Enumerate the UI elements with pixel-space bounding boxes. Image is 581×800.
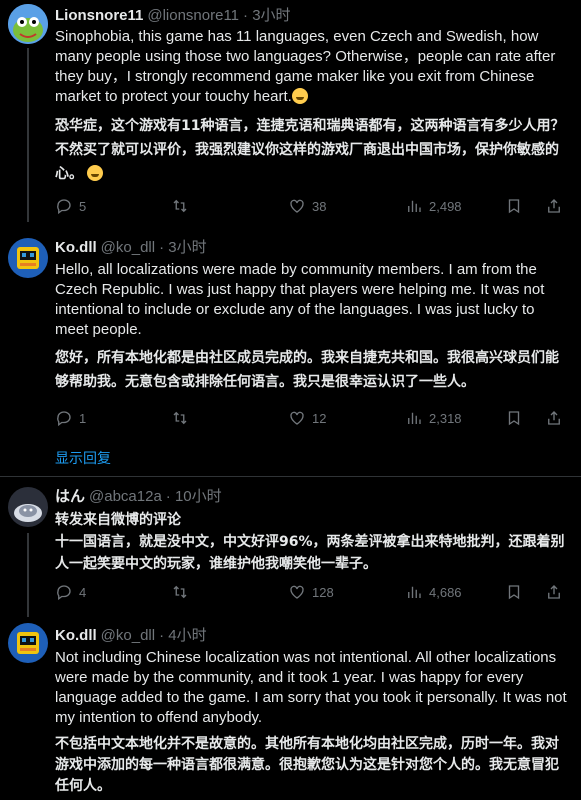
share-button[interactable] [545,582,569,602]
like-button[interactable]: 12 [288,408,326,428]
share-icon [548,199,560,213]
retweet-button[interactable] [171,408,195,428]
display-name[interactable]: Ko.dll [55,627,97,644]
views-icon [408,412,421,424]
like-count: 128 [312,584,334,600]
handle[interactable]: @abca12a [89,488,162,505]
tweet-text-en: Sinophobia, this game has 11 languages, … [55,27,570,107]
views-button[interactable]: 2,318 [405,408,462,428]
tweet-header: Ko.dll @ko_dll · 4小时 [55,626,207,646]
view-count: 2,318 [429,410,462,426]
avatar[interactable] [8,487,48,527]
like-button[interactable]: 38 [288,196,326,216]
bookmark-icon [508,199,520,214]
like-count: 12 [312,410,327,426]
like-button[interactable]: 128 [288,582,334,602]
timestamp[interactable]: · 10小时 [166,488,222,505]
handle[interactable]: @ko_dll [101,239,155,256]
like-icon [290,199,304,213]
reply-icon [57,199,71,215]
reply-button[interactable]: 5 [55,196,86,216]
display-name[interactable]: Ko.dll [55,239,97,256]
retweet-icon [173,585,187,599]
tweet-1: Lionsnore11 @lionsnore11 · 3小时 Sinophobia,… [0,0,581,222]
timestamp[interactable]: · 4小时 [159,627,207,644]
retweet-icon [173,199,187,213]
share-icon [548,585,560,599]
tweet-text-zh: 恐华症，这个游戏有11种语言，连捷克语和瑞典语都有，这两种语言有多少人用？不然买… [55,114,570,186]
tweet-3: はん @abca12a · 10小时 转发来自微博的评论 十一国语言，就是没中文，中… [0,477,581,617]
like-icon [290,585,304,599]
bookmark-button[interactable] [505,196,529,216]
timestamp[interactable]: · 3小时 [159,239,207,256]
tweet-actions: 4 128 4,686 [55,582,570,602]
reply-icon [57,585,71,601]
view-count: 4,686 [429,584,462,600]
tweet-4: Ko.dll @ko_dll · 4小时 Not including Chinese… [0,617,581,800]
share-button[interactable] [545,196,569,216]
tweet-text-zh: 转发来自微博的评论 十一国语言，就是没中文，中文好评96%，两条差评被拿出来特地… [55,512,565,572]
tweet-header: Lionsnore11 @lionsnore11 · 3小时 [55,6,291,26]
views-button[interactable]: 4,686 [405,582,462,602]
like-count: 38 [312,198,327,214]
reply-count: 1 [79,410,87,426]
sweat-smile-emoji-icon [87,165,103,181]
thread-line [27,48,29,222]
thread-line [27,533,29,617]
avatar[interactable] [8,4,48,44]
tweet-actions: 5 38 2,498 [55,196,570,216]
tweet-actions: 1 12 2,318 [55,408,570,428]
views-button[interactable]: 2,498 [405,196,462,216]
reply-button[interactable]: 1 [55,408,86,428]
reply-icon [57,411,71,427]
sweat-smile-emoji-icon [291,88,308,104]
tweet-text-zh: 不包括中文本地化并不是故意的。其他所有本地化均由社区完成，历时一年。我对游戏中添… [55,736,559,794]
avatar[interactable] [8,238,48,278]
views-icon [408,200,421,212]
tweet-2: Ko.dll @ko_dll · 3小时 Hello, all localizati… [0,222,581,477]
timestamp[interactable]: · 3小时 [243,7,291,24]
show-replies-link[interactable]: 显示回复 [55,448,111,468]
reply-button[interactable]: 4 [55,582,86,602]
display-name[interactable]: はん [55,488,85,505]
tweet-text-zh-content: 恐华症，这个游戏有11种语言，连捷克语和瑞典语都有，这两种语言有多少人用？不然买… [55,118,565,182]
bookmark-button[interactable] [505,408,529,428]
retweet-button[interactable] [171,582,195,602]
share-icon [548,411,560,425]
handle[interactable]: @lionsnore11 [147,7,239,24]
bookmark-icon [508,585,520,600]
bookmark-icon [508,411,520,426]
tweet-header: Ko.dll @ko_dll · 3小时 [55,238,207,258]
avatar[interactable] [8,623,48,663]
tweet-text-en: Hello, all localizations were made by co… [55,261,545,338]
like-icon [290,411,304,425]
share-button[interactable] [545,408,569,428]
retweet-button[interactable] [171,196,195,216]
tweet-header: はん @abca12a · 10小时 [55,487,222,507]
retweet-icon [173,411,187,425]
bookmark-button[interactable] [505,582,529,602]
reply-count: 4 [79,584,87,600]
handle[interactable]: @ko_dll [101,627,155,644]
reply-count: 5 [79,198,87,214]
display-name[interactable]: Lionsnore11 [55,7,143,24]
tweet-text-zh: 您好，所有本地化都是由社区成员完成的。我来自捷克共和国。我很高兴球员们能够帮助我… [55,350,559,390]
view-count: 2,498 [429,198,462,214]
tweet-text-en: Not including Chinese localization was n… [55,649,567,726]
views-icon [408,586,421,598]
